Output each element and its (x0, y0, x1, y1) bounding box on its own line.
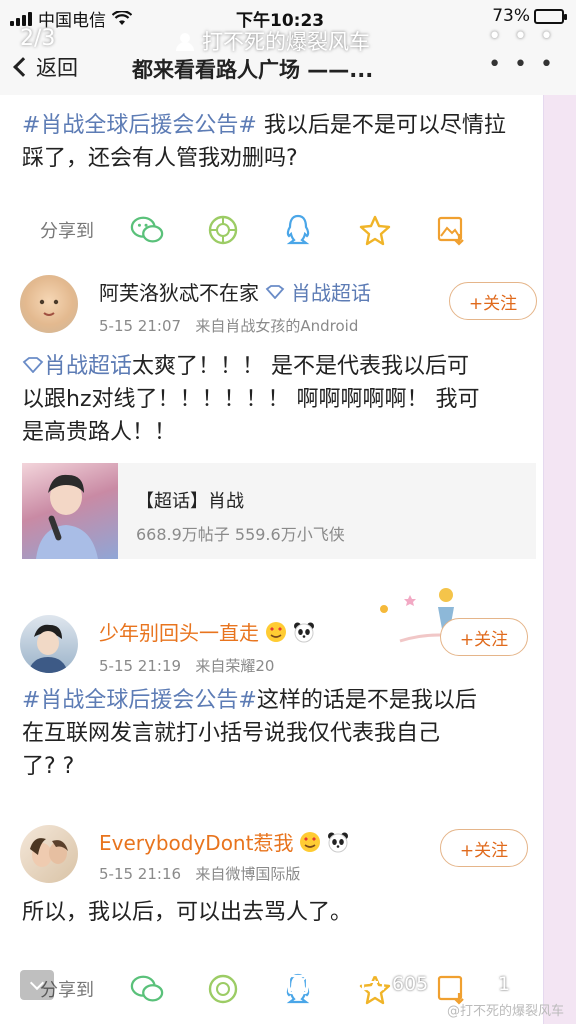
comment-line: 以跟hz对线了！！！！！！ 啊啊啊啊啊！ 我可 (22, 387, 480, 412)
post-topic-link[interactable]: #肖战全球后援会公告# (22, 688, 257, 713)
chevron-down-icon (29, 975, 45, 991)
comment-username[interactable]: 少年别回头一直走 (99, 617, 315, 646)
post-topic-link[interactable]: #肖战全球后援会公告# (22, 113, 257, 138)
supertopic-stats: 668.9万帖子 559.6万小飞侠 (136, 525, 345, 544)
comment-line-text: 太爽了！！！ 是不是代表我以后可 (132, 354, 470, 379)
like-count: 1 (498, 973, 511, 995)
back-label: 返回 (36, 56, 78, 80)
repost-button[interactable] (286, 972, 312, 996)
supertopic-card[interactable]: 【超话】肖战 668.9万帖子 559.6万小飞侠 (22, 463, 536, 559)
qq-icon[interactable] (282, 213, 314, 247)
share-row: 分享到 (40, 208, 510, 252)
comment-text: 肖战超话太爽了！！！ 是不是代表我以后可 以跟hz对线了！！！！！！ 啊啊啊啊啊… (22, 350, 532, 449)
panda-emoji-icon (328, 832, 349, 852)
comment-source: 来自微博国际版 (195, 865, 301, 883)
signal-icon (10, 11, 32, 26)
page-edge (544, 95, 576, 1024)
comment-line: 了? ? (22, 754, 75, 779)
diamond-icon (22, 357, 44, 374)
back-button[interactable]: 返回 (13, 52, 78, 82)
comment-meta: 5-15 21:16 来自微博国际版 (99, 863, 300, 884)
diamond-icon (265, 284, 285, 299)
username-text: EverybodyDont惹我 (99, 831, 294, 855)
avatar[interactable] (20, 275, 78, 333)
comment-source: 来自荣耀20 (195, 657, 275, 675)
more-icon[interactable]: • • • (488, 52, 556, 77)
favorite-icon[interactable] (358, 213, 392, 247)
comment-meta: 5-15 21:07 来自肖战女孩的Android (99, 315, 358, 336)
like-button[interactable]: 1 (466, 972, 510, 996)
comment-meta: 5-15 21:19 来自荣耀20 (99, 655, 274, 676)
follow-button[interactable]: +关注 (449, 282, 537, 320)
comment-time: 5-15 21:16 (99, 865, 182, 883)
status-right: 73% (492, 6, 567, 26)
post-card: #肖战全球后援会公告# 我以后是不是可以尽情拉踩了，还会有人管我劝删吗? 分享到… (0, 95, 544, 1024)
heart-eyes-emoji-icon (266, 621, 286, 642)
phone-chrome: 中国电信 下午10:23 73% 2/3 打不死的爆裂风车 • • • 返回 都… (0, 0, 576, 95)
comment-line: 肖战超话太爽了！！！ 是不是代表我以后可 (22, 350, 532, 383)
wifi-icon (112, 11, 132, 25)
comment-line: #肖战全球后援会公告#这样的话是不是我以后 (22, 684, 532, 717)
comment-text: 所以，我以后，可以出去骂人了。 (22, 896, 532, 929)
moments-icon[interactable] (207, 213, 239, 247)
username-text: 少年别回头一直走 (99, 621, 259, 645)
follow-button[interactable]: +关注 (440, 829, 528, 867)
comment-text: #肖战全球后援会公告#这样的话是不是我以后 在互联网发言就打小括号说我仅代表我自… (22, 684, 532, 783)
comment-time: 5-15 21:19 (99, 657, 182, 675)
heart-eyes-emoji-icon (300, 831, 321, 852)
supertopic-title: 【超话】肖战 (136, 491, 244, 512)
comment-line-text: 这样的话是不是我以后 (256, 688, 477, 713)
collapse-button[interactable] (20, 970, 54, 1000)
avatar[interactable] (20, 615, 78, 673)
chevron-left-icon (13, 57, 33, 77)
supertopic-thumbnail (22, 463, 118, 559)
wechat-icon[interactable] (130, 213, 164, 247)
follow-button[interactable]: +关注 (440, 618, 528, 656)
username-text: 阿芙洛狄忒不在家 (99, 281, 259, 305)
comment-line: 是高贵路人！！ (22, 420, 177, 445)
comment-count: 605 (392, 973, 429, 995)
repost-icon (287, 973, 310, 995)
comment-username[interactable]: 阿芙洛狄忒不在家 肖战超话 (99, 277, 371, 306)
save-image-icon[interactable] (435, 213, 467, 247)
page-title: 都来看看路人广场 ——... (132, 58, 374, 82)
comment-source: 来自肖战女孩的Android (195, 317, 359, 335)
thumbs-up-icon (468, 974, 491, 995)
avatar[interactable] (20, 825, 78, 883)
comment-time: 5-15 21:07 (99, 317, 182, 335)
comment-username[interactable]: EverybodyDont惹我 (99, 827, 349, 856)
comment-line: 在互联网发言就打小括号说我仅代表我自己 (22, 721, 441, 746)
share-label: 分享到 (40, 221, 94, 242)
supertopic-link[interactable]: 肖战超话 (44, 354, 132, 379)
battery-percent: 73% (492, 6, 530, 26)
nav-bar: 返回 都来看看路人广场 ——... • • • (0, 44, 576, 90)
comment-icon (361, 973, 385, 996)
watermark: @打不死的爆裂风车 (447, 1004, 565, 1019)
panda-emoji-icon (294, 622, 314, 642)
battery-icon (534, 8, 567, 24)
comment-button[interactable]: 605 (360, 972, 428, 996)
supertopic-tag[interactable]: 肖战超话 (291, 277, 371, 306)
post-text: #肖战全球后援会公告# 我以后是不是可以尽情拉踩了，还会有人管我劝删吗? (22, 109, 512, 175)
comment-line: 所以，我以后，可以出去骂人了。 (22, 900, 353, 925)
